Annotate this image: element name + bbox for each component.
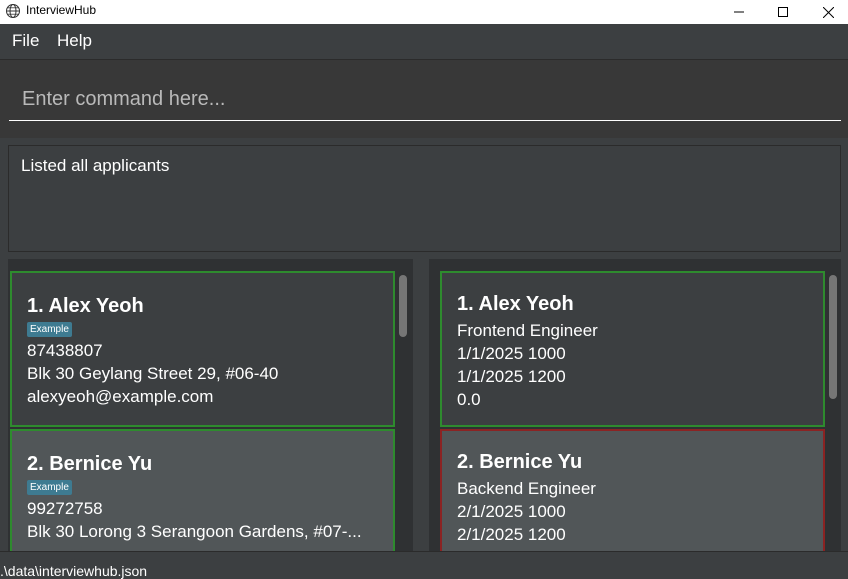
interview-start-time: 1/1/2025 1000 [457,344,566,363]
status-bar: .\data\interviewhub.json [0,551,848,579]
close-button[interactable] [805,0,848,24]
menu-bar: File Help [0,24,848,60]
applicant-address: Blk 30 Lorong 3 Serangoon Gardens, #07-.… [27,522,362,541]
interview-end-time: 1/1/2025 1200 [457,367,566,386]
applicant-tag: Example [27,322,72,337]
interview-rating: 0.0 [457,390,481,409]
applicant-card[interactable]: 2. Bernice Yu Example 99272758 Blk 30 Lo… [10,429,395,553]
interview-role: Frontend Engineer [457,321,598,340]
applicant-address: Blk 30 Geylang Street 29, #06-40 [27,364,279,383]
command-input[interactable] [9,79,841,121]
interview-list-scrollbar[interactable] [829,275,837,399]
interview-end-time: 2/1/2025 1200 [457,525,566,544]
applicant-phone: 99272758 [27,499,103,518]
applicant-card[interactable]: 1. Alex Yeoh Example 87438807 Blk 30 Gey… [10,271,395,427]
interview-start-time: 2/1/2025 1000 [457,502,566,521]
interview-card[interactable]: 2. Bernice Yu Backend Engineer 2/1/2025 … [440,429,825,553]
applicant-phone: 87438807 [27,341,103,360]
interview-applicant-name: 2. Bernice Yu [457,451,583,473]
applicant-name: 2. Bernice Yu [27,453,153,475]
maximize-icon [778,7,788,17]
menu-file[interactable]: File [12,31,39,51]
maximize-button[interactable] [760,0,806,24]
applicant-tag: Example [27,480,72,495]
minimize-icon [734,11,744,13]
result-text: Listed all applicants [21,156,170,175]
applicant-list-scrollbar[interactable] [399,275,407,337]
close-icon [822,6,834,18]
data-file-path: .\data\interviewhub.json [0,563,148,579]
result-display: Listed all applicants [8,145,841,252]
window-title: InterviewHub [26,3,97,17]
title-bar: InterviewHub [0,0,848,24]
globe-icon [6,4,20,18]
applicant-email: alexyeoh@example.com [27,387,214,406]
applicant-name: 1. Alex Yeoh [27,295,144,317]
interview-card[interactable]: 1. Alex Yeoh Frontend Engineer 1/1/2025 … [440,271,825,427]
menu-help[interactable]: Help [57,31,92,51]
minimize-button[interactable] [716,0,762,24]
interview-applicant-name: 1. Alex Yeoh [457,293,574,315]
interview-role: Backend Engineer [457,479,596,498]
